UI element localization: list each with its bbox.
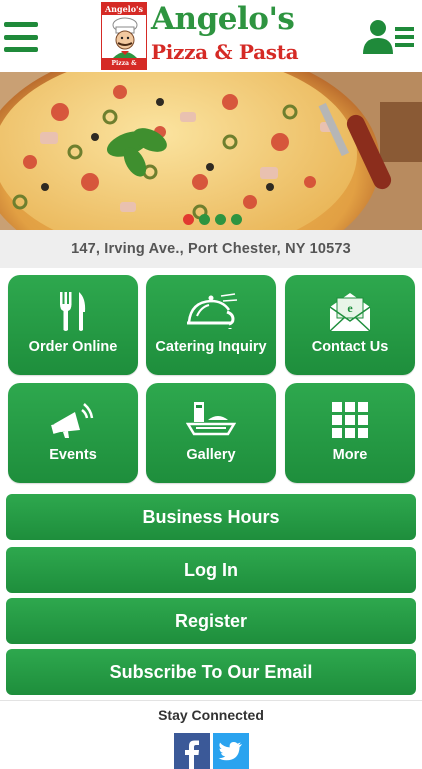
envelope-icon: e: [329, 293, 371, 332]
logo-subtitle: Pizza & Pasta: [151, 40, 299, 64]
logo-title: Angelo's: [151, 1, 295, 37]
register-button[interactable]: Register: [6, 598, 416, 644]
catering-inquiry-button[interactable]: Catering Inquiry: [146, 275, 276, 375]
tile-label: Gallery: [186, 447, 236, 463]
badge-top-text: Angelo's: [102, 3, 146, 15]
fork-knife-icon: [60, 292, 86, 331]
carousel-dot-2[interactable]: [199, 214, 210, 225]
carousel-dots: [183, 214, 242, 225]
twitter-icon[interactable]: [213, 733, 249, 769]
address-text[interactable]: 147, Irving Ave., Port Chester, NY 10573: [0, 230, 422, 268]
tile-label: Events: [49, 447, 97, 463]
svg-text:e: e: [347, 301, 353, 315]
megaphone-icon: [51, 403, 94, 438]
user-menu-icon[interactable]: [362, 18, 416, 56]
business-hours-button[interactable]: Business Hours: [6, 494, 416, 540]
hamburger-menu-icon[interactable]: [4, 22, 42, 52]
order-online-button[interactable]: Order Online: [8, 275, 138, 375]
carousel-dot-4[interactable]: [231, 214, 242, 225]
carousel-dot-1[interactable]: [183, 214, 194, 225]
stay-connected-section: Stay Connected: [0, 700, 422, 769]
app-header: Angelo's Pizza & Pasta Angelo's Pizza & …: [0, 0, 422, 73]
tile-label: Order Online: [28, 339, 118, 355]
log-in-button[interactable]: Log In: [6, 547, 416, 593]
stay-connected-heading: Stay Connected: [158, 707, 264, 723]
badge-bottom-text: Pizza & Pasta: [102, 58, 146, 69]
contact-us-button[interactable]: e Contact Us: [285, 275, 415, 375]
subscribe-email-button[interactable]: Subscribe To Our Email: [6, 649, 416, 695]
pizza-image: [0, 72, 422, 230]
tray-icon: [186, 402, 236, 436]
chef-icon: [112, 17, 138, 58]
carousel-dot-3[interactable]: [215, 214, 226, 225]
facebook-icon[interactable]: [174, 733, 210, 769]
tile-label: Catering Inquiry: [155, 339, 267, 355]
events-button[interactable]: Events: [8, 383, 138, 483]
chef-badge: Angelo's Pizza & Pasta: [101, 2, 147, 70]
hero-carousel[interactable]: [0, 72, 422, 230]
restaurant-logo: Angelo's Pizza & Pasta Angelo's Pizza & …: [101, 1, 307, 70]
tile-label: More: [332, 447, 368, 463]
grid-icon: [332, 402, 368, 438]
tile-label: Contact Us: [311, 339, 389, 355]
cloche-icon: [187, 293, 238, 329]
gallery-button[interactable]: Gallery: [146, 383, 276, 483]
more-button[interactable]: More: [285, 383, 415, 483]
